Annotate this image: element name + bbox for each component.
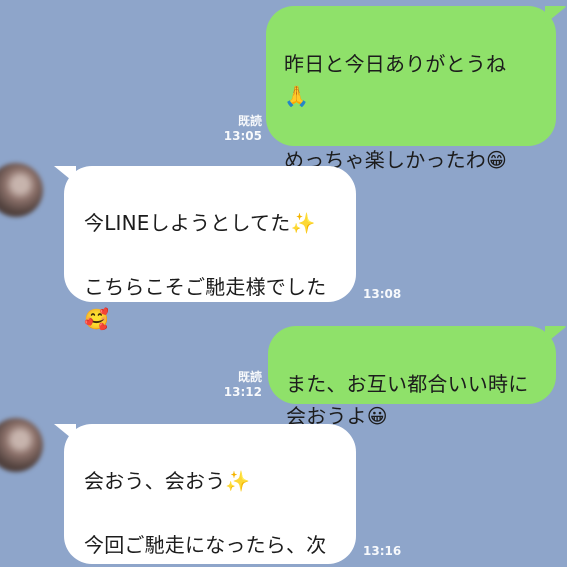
contact-avatar[interactable]	[0, 418, 43, 472]
message-text: また、お互い都合いい時に 会おうよ😀	[286, 372, 529, 428]
sent-bubble-tail	[545, 326, 567, 344]
received-message-bubble[interactable]: 今LINEしようとしてた✨ こちらこそご馳走様でした 🥰	[64, 166, 356, 331]
read-status: 既読	[237, 114, 262, 128]
received-message-bubble[interactable]: 会おう、会おう✨ 今回ご馳走になったら、次 は私が何かするね👍	[64, 424, 356, 567]
message-text: 昨日と今日ありがとうね 🙏 めっちゃ楽しかったわ😁	[284, 52, 508, 172]
sent-message-bubble[interactable]: また、お互い都合いい時に 会おうよ😀	[268, 326, 556, 428]
message-time: 13:16	[363, 544, 402, 558]
sent-message-bubble[interactable]: 昨日と今日ありがとうね 🙏 めっちゃ楽しかったわ😁	[266, 6, 556, 172]
message-time: 13:05	[223, 129, 262, 143]
sent-bubble-tail	[545, 6, 567, 24]
message-text: 会おう、会おう✨ 今回ご馳走になったら、次 は私が何かするね👍	[84, 469, 327, 567]
message-time: 13:12	[223, 385, 262, 399]
message-time: 13:08	[363, 287, 402, 301]
message-text: 今LINEしようとしてた✨ こちらこそご馳走様でした 🥰	[84, 211, 327, 331]
read-status: 既読	[237, 370, 262, 384]
chat-thread: 昨日と今日ありがとうね 🙏 めっちゃ楽しかったわ😁 既読 13:05 今LINE…	[0, 0, 567, 567]
received-bubble-tail	[54, 424, 76, 442]
message-meta: 既読 13:12	[220, 370, 262, 400]
contact-avatar[interactable]	[0, 163, 43, 217]
message-meta: 既読 13:05	[220, 114, 262, 144]
